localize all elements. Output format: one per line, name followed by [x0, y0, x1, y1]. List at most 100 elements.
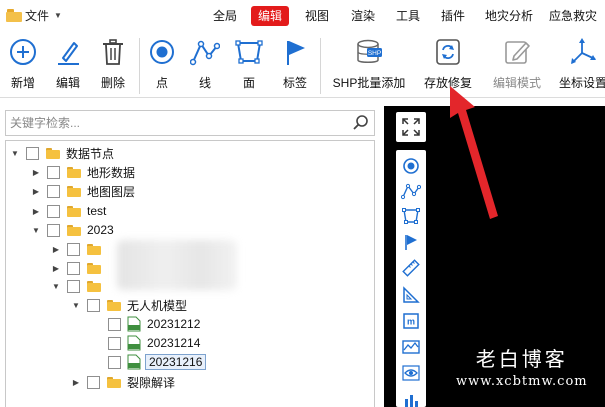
search-input[interactable] [10, 114, 340, 132]
chevron-right-icon[interactable]: ▶ [31, 187, 41, 196]
tree-node-label: 无人机模型 [127, 298, 188, 313]
node-checkbox[interactable] [108, 317, 121, 331]
file-menu[interactable]: 文件 ▼ [6, 6, 62, 24]
shp-database-icon: SHP [357, 39, 382, 63]
node-checkbox[interactable] [67, 279, 80, 293]
coordinate-settings-button[interactable]: 坐标设置 [556, 36, 605, 91]
tree-node-file-2[interactable]: 20231214 [98, 334, 200, 352]
map-profile-tool[interactable] [399, 335, 423, 359]
point-icon [403, 158, 419, 174]
tree-node-file-1[interactable]: 20231212 [98, 315, 200, 333]
map-measure-distance-tool[interactable] [399, 256, 423, 280]
tree-node-label: 地图图层 [87, 184, 136, 199]
tree-node-map-layers[interactable]: ▶ 地图图层 [31, 182, 135, 200]
svg-text:m: m [407, 317, 415, 327]
chevron-down-icon[interactable]: ▼ [71, 301, 81, 310]
file-menu-label: 文件 [25, 8, 50, 23]
edit-mode-button-label: 编辑模式 [492, 76, 541, 90]
chevron-right-icon[interactable]: ▶ [51, 264, 61, 273]
node-checkbox[interactable] [87, 298, 100, 312]
folder-icon [67, 205, 81, 217]
search-icon[interactable] [352, 114, 370, 132]
edit-mode-button[interactable]: 编辑模式 [490, 36, 544, 91]
menu-global[interactable]: 全局 [210, 6, 240, 26]
node-checkbox[interactable] [26, 146, 39, 160]
edit-button-label: 编辑 [55, 76, 80, 90]
node-checkbox[interactable] [47, 184, 60, 198]
folder-icon [107, 299, 121, 311]
edit-mode-icon [505, 41, 530, 64]
map-measure-area-tool[interactable]: m [399, 309, 423, 333]
ruler-icon [402, 259, 420, 277]
node-checkbox[interactable] [47, 223, 60, 237]
polygon-button[interactable]: 面 [234, 36, 264, 91]
ribbon-separator [320, 38, 321, 94]
menu-bar: 文件 ▼ 全局 编辑 视图 渲染 工具 插件 地灾分析 应急救灾 [0, 0, 605, 30]
menu-tools[interactable]: 工具 [393, 6, 423, 26]
node-checkbox[interactable] [67, 242, 80, 256]
tree-node-hidden-1[interactable]: ▶ [51, 240, 101, 258]
tree-node-drone-model[interactable]: ▼ 无人机模型 [71, 296, 187, 314]
edit-button[interactable]: 编辑 [51, 36, 85, 91]
label-button-label: 标签 [282, 76, 307, 90]
map-measure-angle-tool[interactable] [399, 283, 423, 307]
tree-node-root[interactable]: ▼ 数据节点 [10, 144, 114, 162]
chevron-down-icon[interactable]: ▼ [31, 226, 41, 235]
menu-render[interactable]: 渲染 [348, 6, 378, 26]
folder-icon [87, 262, 101, 274]
tree-node-terrain[interactable]: ▶ 地形数据 [31, 163, 135, 181]
point-button[interactable]: 点 [147, 36, 177, 91]
line-button[interactable]: 线 [190, 36, 220, 91]
map-tool-strip: m [396, 150, 426, 407]
polyline-icon [190, 40, 220, 66]
polyline-icon [401, 183, 421, 200]
map-visibility-tool[interactable] [399, 361, 423, 385]
ribbon-separator [139, 38, 140, 94]
model-file-icon [127, 335, 141, 351]
fit-extent-button[interactable] [396, 112, 426, 142]
node-checkbox[interactable] [108, 336, 121, 350]
chevron-down-icon[interactable]: ▼ [51, 282, 61, 291]
chevron-down-icon[interactable]: ▼ [10, 149, 20, 158]
storage-repair-button[interactable]: 存放修复 [421, 36, 475, 91]
map-statistics-tool[interactable] [399, 386, 423, 407]
menu-emergency-rescue[interactable]: 应急救灾 [546, 6, 600, 26]
chevron-down-icon: ▼ [54, 10, 62, 20]
tree-node-label: 20231216 [145, 354, 207, 370]
map-label-tool[interactable] [399, 230, 423, 254]
node-checkbox[interactable] [47, 204, 60, 218]
chevron-right-icon[interactable]: ▶ [31, 168, 41, 177]
folder-icon [46, 147, 60, 159]
node-checkbox[interactable] [87, 375, 100, 389]
tree-node-crack[interactable]: ▶ 裂隙解译 [71, 373, 175, 391]
node-checkbox[interactable] [47, 165, 60, 179]
flag-icon [287, 41, 305, 65]
tree-node-2023[interactable]: ▼ 2023 [31, 221, 114, 239]
chevron-right-icon[interactable]: ▶ [71, 378, 81, 387]
tree-node-label: 20231214 [147, 336, 201, 350]
menu-view[interactable]: 视图 [302, 6, 332, 26]
map-polygon-tool[interactable] [399, 204, 423, 228]
chevron-right-icon[interactable]: ▶ [51, 245, 61, 254]
tree-node-hidden-3[interactable]: ▼ [51, 277, 101, 295]
menu-plugins[interactable]: 插件 [438, 6, 468, 26]
tree-node-hidden-2[interactable]: ▶ [51, 259, 101, 277]
bar-chart-icon [405, 395, 418, 407]
chevron-right-icon[interactable]: ▶ [31, 207, 41, 216]
node-checkbox[interactable] [67, 261, 80, 275]
tree-node-test[interactable]: ▶ test [31, 202, 106, 220]
shp-batch-add-button[interactable]: SHP SHP批量添加 [330, 36, 408, 91]
menu-geohazard-analysis[interactable]: 地灾分析 [483, 6, 535, 26]
delete-button[interactable]: 删除 [96, 36, 130, 91]
folder-icon [87, 243, 101, 255]
area-measure-icon: m [403, 313, 419, 329]
add-button[interactable]: 新增 [6, 36, 40, 91]
map-point-tool[interactable] [399, 154, 423, 178]
map-line-tool[interactable] [399, 179, 423, 203]
watermark: 老白博客 www.xcbtmw.com [456, 343, 588, 389]
folder-icon [6, 8, 22, 22]
menu-edit[interactable]: 编辑 [251, 6, 289, 26]
label-button[interactable]: 标签 [280, 36, 310, 91]
tree-node-file-3[interactable]: 20231216 [98, 353, 207, 371]
node-checkbox[interactable] [108, 355, 121, 369]
